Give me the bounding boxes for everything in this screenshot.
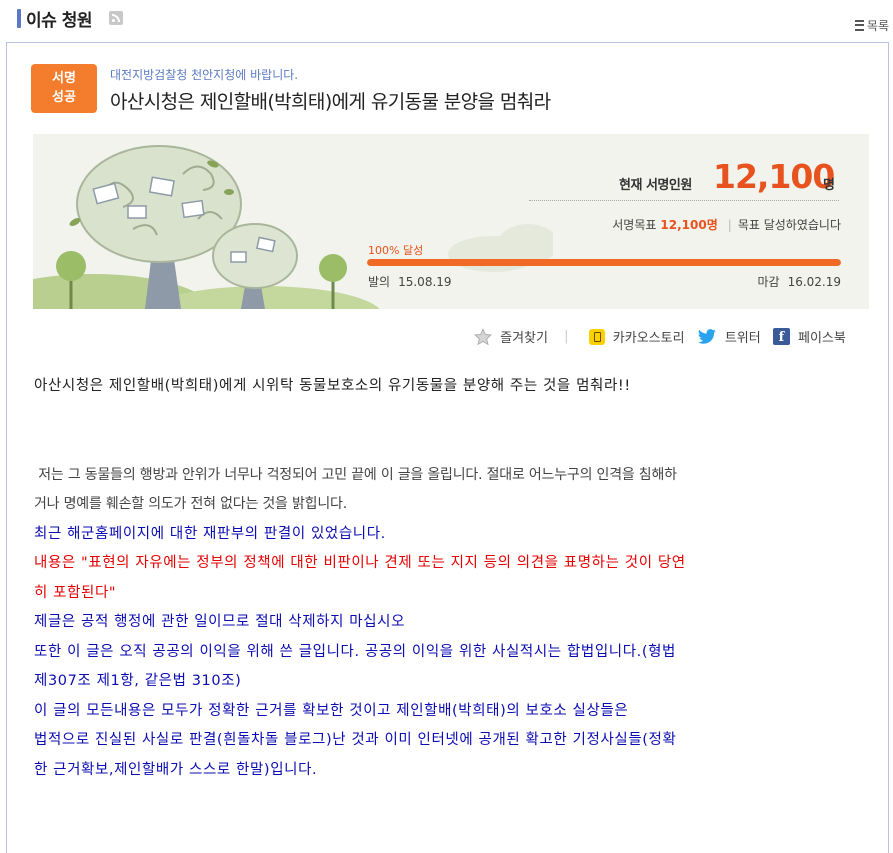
- share-separator: |: [564, 329, 569, 344]
- status-line1: 서명: [52, 71, 76, 86]
- statement-ruling: 최근 해군홈페이지에 대한 재판부의 판결이 있었습니다.: [34, 525, 386, 542]
- goal-status: 목표 달성하였습니다: [737, 218, 841, 232]
- paragraph-1-line-2: 거나 명예를 훼손할 의도가 전혀 없다는 것을 밝힙니다.: [34, 496, 347, 512]
- signature-banner: 현재 서명인원 12,100 명 서명목표 12,100명 | 목표 달성하였습니다 …: [33, 134, 869, 309]
- current-signatures-label: 현재 서명인원: [619, 178, 692, 193]
- progress-bar: [367, 259, 841, 266]
- petition-addressee: 대전지방검찰청 천안지청에 바랍니다.: [110, 68, 299, 82]
- content-paragraph-1: 저는 그 동물들의 행방과 안위가 너무나 걱정되어 고민 끝에 이 글을 올립…: [34, 461, 860, 520]
- twitter-icon[interactable]: [697, 328, 717, 345]
- statement-quote-line-2: 히 포함된다": [34, 584, 117, 601]
- tree-illustration: [33, 145, 553, 309]
- goal-separator: |: [727, 218, 732, 232]
- divider: [529, 200, 839, 201]
- start-date-row: 발의 15.08.19: [368, 273, 452, 290]
- statement-public-interest-line-1: 또한 이 글은 오직 공공의 이익을 위해 쓴 글입니다. 공공의 이익을 위한…: [34, 643, 676, 660]
- statement-evidence: 이 글의 모든내용은 모두가 정확한 근거를 확보한 것이고 제인할배(박희태)…: [34, 702, 629, 719]
- goal-value: 12,100명: [660, 218, 718, 232]
- star-icon[interactable]: [474, 327, 492, 346]
- page-header: 이슈 청원 목록: [0, 0, 893, 42]
- petition-title: 아산시청은 제인할배(박희태)에게 유기동물 분양을 멈춰라: [110, 91, 551, 113]
- status-line2: 성공: [52, 90, 76, 105]
- share-bar: 즐겨찾기 | 카카오스토리 트위터 f 페이스북: [474, 327, 846, 349]
- current-signatures-unit: 명: [823, 178, 835, 193]
- twitter-button[interactable]: 트위터: [725, 327, 761, 346]
- start-label: 발의: [368, 275, 391, 289]
- list-label: 목록: [866, 19, 889, 33]
- statement-quote-line-1: 내용은 "표현의 자유에는 정부의 정책에 대한 비판이나 견제 또는 지지 등…: [34, 555, 686, 571]
- bookmark-button[interactable]: 즐겨찾기: [500, 327, 548, 346]
- content-statements: 최근 해군홈페이지에 대한 재판부의 판결이 있었습니다. 내용은 "표현의 자…: [34, 520, 860, 786]
- list-icon: [854, 20, 864, 31]
- section-title: 이슈 청원: [26, 11, 92, 31]
- progress-label: 100% 달성: [368, 244, 424, 257]
- content-intro: 아산시청은 제인할배(박희태)에게 시위탁 동물보호소의 유기동물을 분양해 주…: [34, 378, 631, 394]
- statement-public-interest-line-2: 제307조 제1항, 같은법 310조): [34, 673, 242, 689]
- goal-row: 서명목표 12,100명 | 목표 달성하였습니다: [612, 216, 841, 233]
- start-date: 15.08.19: [398, 275, 452, 289]
- petition-content: 아산시청은 제인할배(박희태)에게 시위탁 동물보호소의 유기동물을 분양해 주…: [34, 372, 860, 785]
- title-accent-bar: [17, 9, 21, 28]
- kakao-story-icon[interactable]: [588, 328, 605, 345]
- rss-icon[interactable]: [109, 11, 123, 25]
- goal-label: 서명목표: [612, 218, 657, 232]
- end-date: 16.02.19: [787, 275, 841, 289]
- end-date-row: 마감 16.02.19: [757, 273, 841, 290]
- list-button[interactable]: 목록: [854, 17, 889, 34]
- paragraph-1-line-1: 저는 그 동물들의 행방과 안위가 너무나 걱정되어 고민 끝에 이 글을 올립…: [34, 466, 677, 483]
- status-badge: 서명 성공: [31, 64, 97, 113]
- statement-facts-line-1: 법적으로 진실된 사실로 판결(흰돌차돌 블로그)난 것과 이미 인터넷에 공개…: [34, 732, 677, 748]
- statement-facts-line-2: 한 근거확보,제인할배가 스스로 한말)입니다.: [34, 761, 318, 778]
- end-label: 마감: [757, 275, 780, 289]
- current-signatures-count: 12,100: [713, 157, 835, 196]
- facebook-icon[interactable]: f: [772, 328, 790, 345]
- progress-fill: [367, 259, 841, 266]
- kakao-story-button[interactable]: 카카오스토리: [613, 327, 685, 346]
- facebook-button[interactable]: 페이스북: [798, 327, 846, 346]
- statement-no-delete: 제글은 공적 행정에 관한 일이므로 절대 삭제하지 마십시오: [34, 614, 406, 630]
